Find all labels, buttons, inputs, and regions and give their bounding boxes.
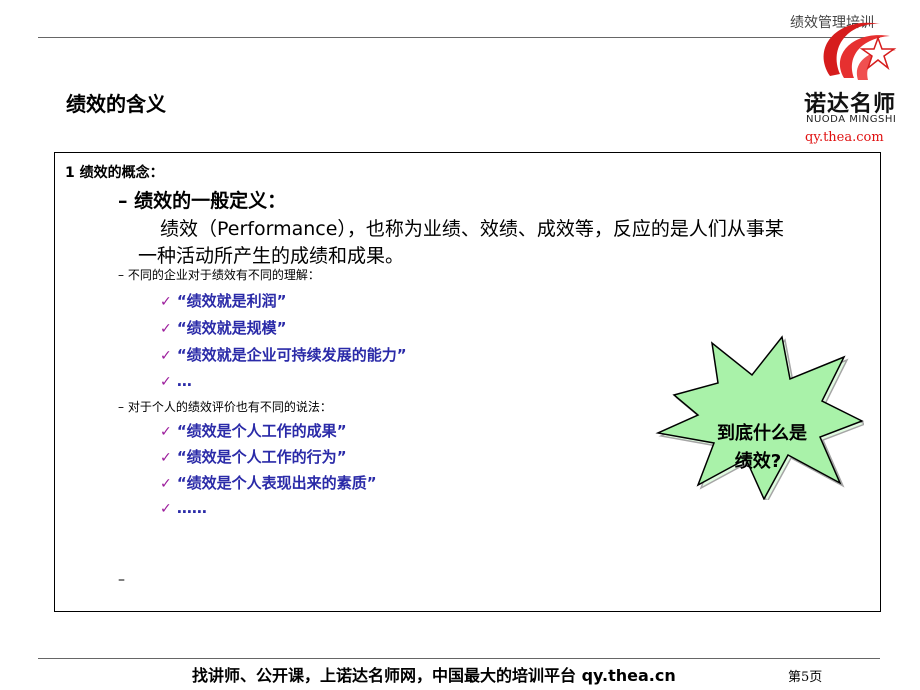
starburst-callout: 到底什么是 绩效? xyxy=(655,335,864,500)
quote-text: “绩效是个人工作的行为” xyxy=(176,448,347,466)
list-item: ✓ …… xyxy=(160,498,207,517)
org-understanding-heading: – 不同的企业对于绩效有不同的理解： xyxy=(118,268,320,282)
list-item: ✓ “绩效就是利润” xyxy=(160,290,287,311)
check-icon: ✓ xyxy=(160,348,172,364)
list-item: ✓ … xyxy=(160,371,192,390)
list-item: ✓ “绩效就是企业可持续发展的能力” xyxy=(160,344,407,365)
check-icon: ✓ xyxy=(160,321,172,337)
check-icon: ✓ xyxy=(160,294,172,310)
logo-english-name: NUODA MINGSHI xyxy=(806,114,897,125)
list-item: ✓ “绩效是个人表现出来的素质” xyxy=(160,472,377,493)
list-item: ✓ “绩效就是规模” xyxy=(160,317,287,338)
check-icon: ✓ xyxy=(160,476,172,492)
quote-text: “绩效是个人表现出来的素质” xyxy=(176,474,377,492)
footer-rule xyxy=(38,658,880,659)
page-number: 第5页 xyxy=(788,670,823,685)
quote-text: “绩效是个人工作的成果” xyxy=(176,422,347,440)
quote-text: “绩效就是利润” xyxy=(176,292,287,310)
callout-line-2: 绩效? xyxy=(735,450,781,472)
list-item: ✓ “绩效是个人工作的成果” xyxy=(160,420,347,441)
logo: 诺达名师 NUODA MINGSHI xyxy=(800,16,910,136)
logo-url[interactable]: qy.thea.com xyxy=(805,130,884,145)
logo-swoosh-icon xyxy=(823,22,897,80)
definition-line-2: 一种活动所产生的成绩和成果。 xyxy=(138,245,405,267)
check-icon: ✓ xyxy=(160,424,172,440)
individual-evaluation-heading: – 对于个人的绩效评价也有不同的说法： xyxy=(118,400,332,414)
section-heading: 1 绩效的概念： xyxy=(65,165,164,181)
header-rule xyxy=(38,37,880,38)
quote-text: “绩效就是规模” xyxy=(176,319,287,337)
check-icon: ✓ xyxy=(160,374,172,390)
callout-line-1: 到底什么是 xyxy=(717,422,807,444)
quote-text: …… xyxy=(176,499,207,517)
quote-text: “绩效就是企业可持续发展的能力” xyxy=(176,346,407,364)
trailing-dash: – xyxy=(118,572,125,588)
definition-heading: – 绩效的一般定义： xyxy=(118,190,287,212)
definition-line-1: 绩效（Performance），也称为业绩、效绩、成效等，反应的是人们从事某 xyxy=(160,218,784,240)
quote-text: … xyxy=(176,372,192,390)
check-icon: ✓ xyxy=(160,450,172,466)
check-icon: ✓ xyxy=(160,501,172,517)
list-item: ✓ “绩效是个人工作的行为” xyxy=(160,446,347,467)
page-title: 绩效的含义 xyxy=(66,92,166,116)
footer-text: 找讲师、公开课，上诺达名师网，中国最大的培训平台 qy.thea.cn xyxy=(192,666,676,685)
